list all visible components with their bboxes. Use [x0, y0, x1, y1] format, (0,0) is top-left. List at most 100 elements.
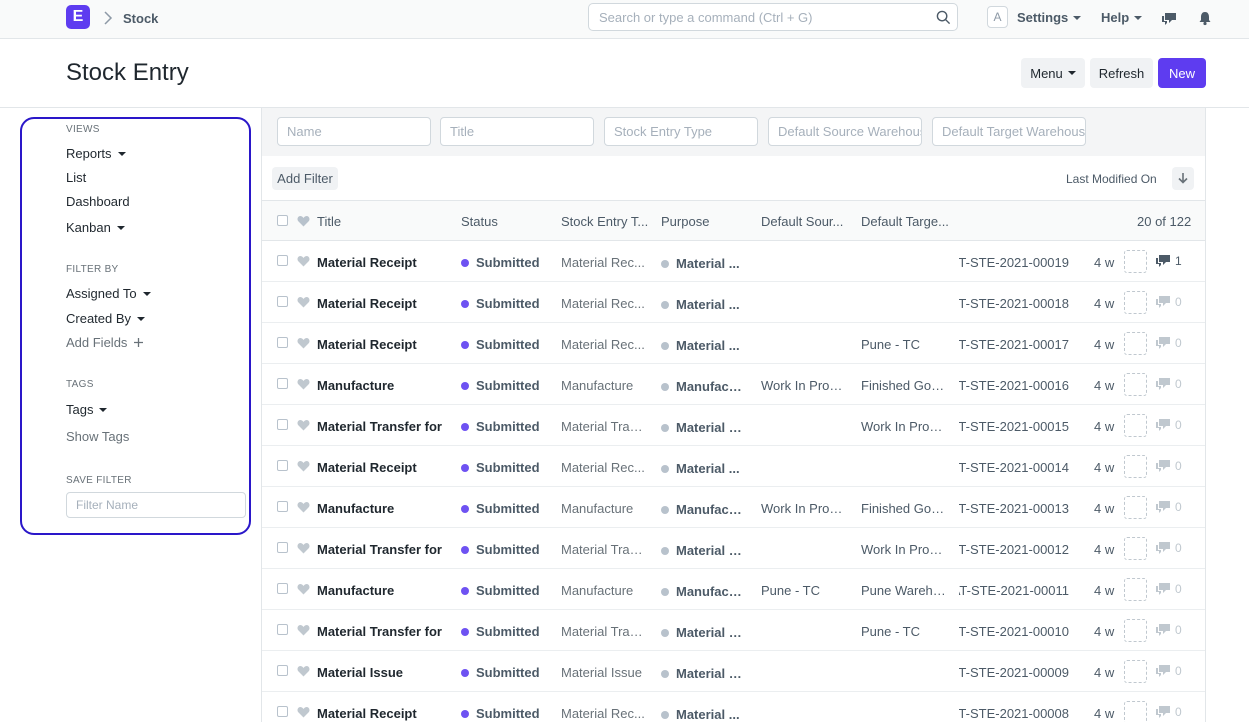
- sidebar-item-list[interactable]: List: [66, 170, 86, 185]
- add-filter-button[interactable]: Add Filter: [272, 167, 338, 190]
- row-default-target[interactable]: Work In Prog...: [861, 419, 946, 434]
- comment-count[interactable]: 1: [1155, 254, 1182, 268]
- row-stock-entry-type[interactable]: Material Tran...: [561, 419, 646, 434]
- assign-avatar-placeholder[interactable]: [1124, 373, 1147, 396]
- row-title[interactable]: Material Receipt: [317, 296, 445, 311]
- purpose-badge[interactable]: Material I...: [661, 666, 746, 681]
- comment-count[interactable]: 0: [1155, 377, 1182, 391]
- row-title[interactable]: Material Receipt: [317, 706, 445, 721]
- status-badge[interactable]: Submitted: [461, 255, 551, 270]
- row-checkbox[interactable]: [277, 255, 288, 266]
- sort-selector[interactable]: Last Modified On: [1066, 172, 1157, 186]
- comment-count[interactable]: 0: [1155, 623, 1182, 637]
- status-badge[interactable]: Submitted: [461, 378, 551, 393]
- row-default-target[interactable]: Pune - TC: [861, 337, 946, 352]
- row-default-target[interactable]: Work In Prog...: [861, 542, 946, 557]
- row-default-source[interactable]: Work In Prog...: [761, 501, 846, 516]
- row-stock-entry-type[interactable]: Material Rec...: [561, 337, 646, 352]
- row-title[interactable]: Material Receipt: [317, 460, 445, 475]
- row-default-target[interactable]: Finished Goo...: [861, 378, 946, 393]
- row-checkbox[interactable]: [277, 542, 288, 553]
- row-checkbox[interactable]: [277, 460, 288, 471]
- table-row[interactable]: Material Transfer for I Submitted Material…: [262, 610, 1205, 651]
- assign-avatar-placeholder[interactable]: [1124, 578, 1147, 601]
- row-checkbox[interactable]: [277, 624, 288, 635]
- bell-icon[interactable]: [1197, 10, 1213, 26]
- table-row[interactable]: Material Receipt Submitted Material Rec...…: [262, 323, 1205, 364]
- purpose-badge[interactable]: Manufact...: [661, 584, 746, 599]
- row-checkbox[interactable]: [277, 378, 288, 389]
- status-badge[interactable]: Submitted: [461, 337, 551, 352]
- row-title[interactable]: Material Transfer for I: [317, 624, 445, 639]
- purpose-badge[interactable]: Material T...: [661, 420, 746, 435]
- row-stock-entry-type[interactable]: Material Rec...: [561, 255, 646, 270]
- menu-button[interactable]: Menu: [1021, 58, 1085, 88]
- heart-icon[interactable]: [297, 706, 310, 718]
- row-document-name[interactable]: T-STE-2021-00019: [959, 255, 1069, 270]
- avatar[interactable]: A: [987, 6, 1008, 28]
- row-stock-entry-type[interactable]: Manufacture: [561, 378, 646, 393]
- status-badge[interactable]: Submitted: [461, 501, 551, 516]
- row-checkbox[interactable]: [277, 419, 288, 430]
- row-document-name[interactable]: T-STE-2021-00013: [959, 501, 1069, 516]
- heart-icon[interactable]: [297, 337, 310, 349]
- row-default-source[interactable]: Work In Prog...: [761, 378, 846, 393]
- refresh-button[interactable]: Refresh: [1090, 58, 1153, 88]
- assign-avatar-placeholder[interactable]: [1124, 455, 1147, 478]
- heart-icon[interactable]: [297, 665, 310, 677]
- purpose-badge[interactable]: Material T...: [661, 543, 746, 558]
- chat-icon[interactable]: [1161, 10, 1177, 26]
- row-checkbox[interactable]: [277, 337, 288, 348]
- table-row[interactable]: Material Transfer for I Submitted Material…: [262, 528, 1205, 569]
- table-row[interactable]: Material Transfer for I Submitted Material…: [262, 405, 1205, 446]
- add-fields-link[interactable]: Add Fields: [66, 335, 144, 350]
- row-checkbox[interactable]: [277, 296, 288, 307]
- row-document-name[interactable]: T-STE-2021-00008: [959, 706, 1069, 721]
- status-badge[interactable]: Submitted: [461, 542, 551, 557]
- row-title[interactable]: Material Transfer for I: [317, 542, 445, 557]
- heart-icon[interactable]: [297, 583, 310, 595]
- heart-icon[interactable]: [297, 296, 310, 308]
- comment-count[interactable]: 0: [1155, 705, 1182, 719]
- row-title[interactable]: Manufacture: [317, 583, 445, 598]
- sidebar-item-created-by[interactable]: Created By: [66, 311, 146, 326]
- row-document-name[interactable]: T-STE-2021-00018: [959, 296, 1069, 311]
- help-dropdown[interactable]: Help: [1101, 10, 1143, 25]
- row-title[interactable]: Manufacture: [317, 501, 445, 516]
- heart-icon[interactable]: [297, 542, 310, 554]
- comment-count[interactable]: 0: [1155, 664, 1182, 678]
- row-stock-entry-type[interactable]: Material Tran...: [561, 624, 646, 639]
- show-tags-link[interactable]: Show Tags: [66, 429, 129, 444]
- status-badge[interactable]: Submitted: [461, 665, 551, 680]
- sidebar-item-tags[interactable]: Tags: [66, 402, 108, 417]
- row-stock-entry-type[interactable]: Material Rec...: [561, 460, 646, 475]
- search-input[interactable]: [589, 4, 919, 30]
- purpose-badge[interactable]: Material ...: [661, 707, 746, 722]
- assign-avatar-placeholder[interactable]: [1124, 414, 1147, 437]
- table-row[interactable]: Material Receipt Submitted Material Rec...…: [262, 446, 1205, 487]
- sidebar-item-dashboard[interactable]: Dashboard: [66, 194, 130, 209]
- row-default-target[interactable]: Pune Wareho...: [861, 583, 946, 598]
- sidebar-item-assigned-to[interactable]: Assigned To: [66, 286, 151, 301]
- purpose-badge[interactable]: Material ...: [661, 338, 746, 353]
- breadcrumb-stock[interactable]: Stock: [123, 11, 158, 26]
- name-filter-input[interactable]: [277, 117, 431, 146]
- sort-order-button[interactable]: [1172, 167, 1194, 190]
- filter-name-input[interactable]: [66, 492, 246, 518]
- table-row[interactable]: Material Issue Submitted Material Issue Mat…: [262, 651, 1205, 692]
- heart-icon[interactable]: [297, 255, 310, 267]
- status-badge[interactable]: Submitted: [461, 460, 551, 475]
- row-title[interactable]: Material Issue: [317, 665, 445, 680]
- heart-icon[interactable]: [297, 419, 310, 431]
- row-document-name[interactable]: T-STE-2021-00012: [959, 542, 1069, 557]
- status-badge[interactable]: Submitted: [461, 706, 551, 721]
- awesomebar[interactable]: [588, 3, 958, 31]
- assign-avatar-placeholder[interactable]: [1124, 250, 1147, 273]
- row-document-name[interactable]: AT-STE-2021-00011: [959, 583, 1069, 598]
- assign-avatar-placeholder[interactable]: [1124, 537, 1147, 560]
- purpose-badge[interactable]: Material T...: [661, 625, 746, 640]
- row-title[interactable]: Material Receipt: [317, 337, 445, 352]
- row-stock-entry-type[interactable]: Material Issue: [561, 665, 646, 680]
- heart-icon[interactable]: [297, 215, 310, 227]
- comment-count[interactable]: 0: [1155, 295, 1182, 309]
